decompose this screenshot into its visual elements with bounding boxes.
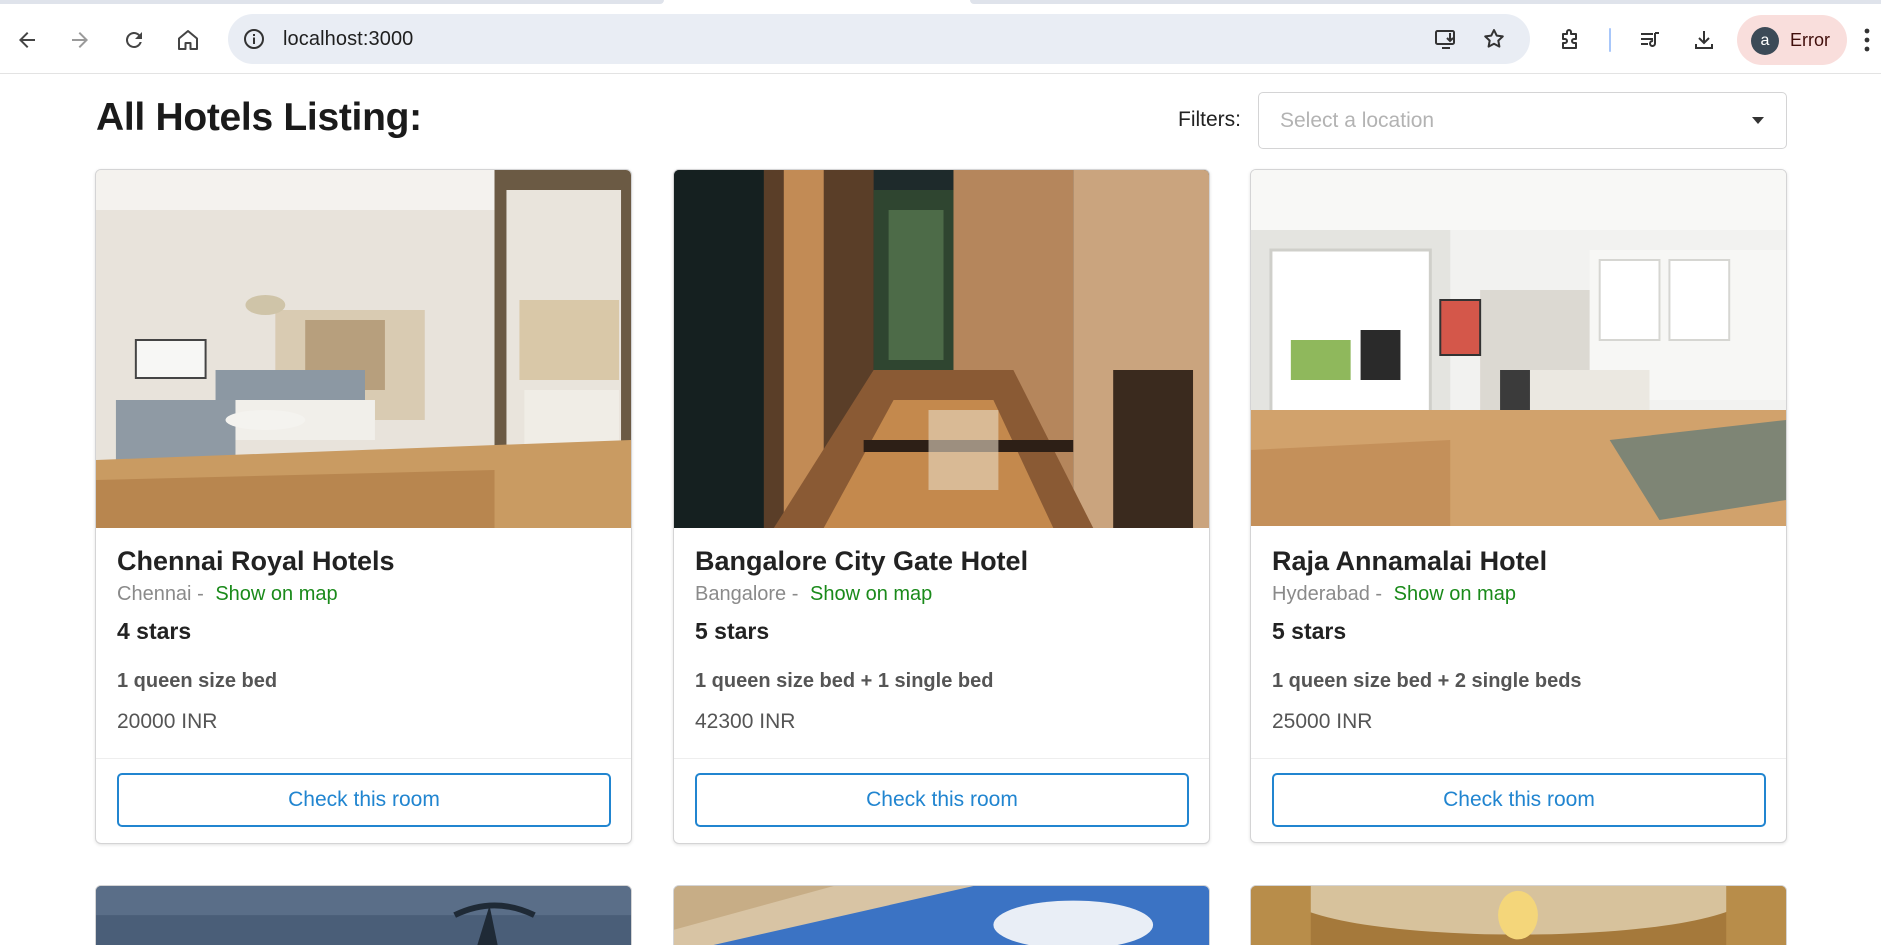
hotel-image <box>674 886 1209 945</box>
card-divider <box>674 758 1209 759</box>
reading-list-button[interactable] <box>1630 20 1670 60</box>
hotel-image[interactable] <box>1251 170 1786 526</box>
hotel-location: Bangalore - Show on map <box>695 583 932 606</box>
show-on-map-link[interactable]: Show on map <box>1394 583 1516 605</box>
hotel-location: Hyderabad - Show on map <box>1272 583 1516 606</box>
hotel-beds: 1 queen size bed <box>117 670 278 692</box>
hotel-stars: 5 stars <box>695 618 770 644</box>
hotel-name: Chennai Royal Hotels <box>117 546 395 576</box>
hotel-stars: 4 stars <box>117 618 192 644</box>
address-bar[interactable]: localhost:3000 <box>228 14 1530 64</box>
extensions-button[interactable] <box>1550 20 1590 60</box>
location-select[interactable]: Select a location <box>1258 92 1787 149</box>
hotel-city: Bangalore <box>695 583 787 605</box>
card-divider <box>96 758 631 759</box>
hotel-location-separator: - <box>197 583 204 605</box>
show-on-map-link[interactable]: Show on map <box>810 583 932 605</box>
profile-status: Error <box>1790 30 1830 50</box>
check-room-button[interactable]: Check this room <box>695 773 1189 827</box>
hotel-image[interactable] <box>96 170 631 528</box>
kebab-menu-icon[interactable] <box>1862 26 1872 54</box>
browser-toolbar: localhost:3000 a Error <box>0 4 1881 74</box>
hotel-card-partial[interactable] <box>1250 885 1787 945</box>
hotel-city: Chennai <box>117 583 192 605</box>
reload-button[interactable] <box>114 20 154 60</box>
forward-button[interactable] <box>60 20 100 60</box>
hotel-image <box>1251 886 1786 945</box>
chevron-down-icon[interactable] <box>1752 117 1764 124</box>
url-text[interactable]: localhost:3000 <box>283 28 413 51</box>
hotel-stars: 5 stars <box>1272 618 1347 644</box>
hotel-card-partial[interactable] <box>673 885 1210 945</box>
avatar: a <box>1751 27 1779 55</box>
hotel-card-partial[interactable] <box>95 885 632 945</box>
back-icon <box>19 32 35 48</box>
page-title: All Hotels Listing: <box>96 96 422 139</box>
hotel-image <box>96 886 631 945</box>
bookmark-star-icon[interactable] <box>1482 27 1506 51</box>
hotel-beds: 1 queen size bed + 1 single bed <box>695 670 994 692</box>
site-info-icon[interactable] <box>242 27 266 51</box>
check-room-button[interactable]: Check this room <box>1272 773 1766 827</box>
hotel-image[interactable] <box>674 170 1209 528</box>
location-select-placeholder: Select a location <box>1280 109 1435 132</box>
hotel-name: Bangalore City Gate Hotel <box>695 546 1029 576</box>
filters-label: Filters: <box>1178 108 1241 131</box>
profile-button[interactable]: a Error <box>1737 15 1847 65</box>
reload-icon <box>125 31 142 48</box>
install-app-icon[interactable] <box>1434 27 1458 51</box>
show-on-map-link[interactable]: Show on map <box>215 583 337 605</box>
toolbar-separator <box>1609 28 1611 52</box>
extensions-icon <box>1562 29 1577 49</box>
hotel-location-separator: - <box>791 583 799 605</box>
home-button[interactable] <box>168 20 208 60</box>
hotel-price: 20000 INR <box>117 710 218 733</box>
downloads-button[interactable] <box>1684 20 1724 60</box>
reading-list-icon <box>1641 32 1659 47</box>
home-icon <box>178 30 198 50</box>
check-room-button[interactable]: Check this room <box>117 773 611 827</box>
card-divider <box>1251 758 1786 759</box>
hotel-location: Chennai - Show on map <box>117 583 338 606</box>
hotel-card: Chennai Royal Hotels Chennai - Show on m… <box>95 169 632 844</box>
downloads-icon <box>1695 31 1713 49</box>
hotel-location-separator: - <box>1375 583 1383 605</box>
hotel-price: 25000 INR <box>1272 710 1373 733</box>
back-button[interactable] <box>7 20 47 60</box>
hotel-card: Bangalore City Gate Hotel Bangalore - Sh… <box>673 169 1210 844</box>
forward-icon <box>72 32 88 48</box>
hotel-name: Raja Annamalai Hotel <box>1272 546 1548 576</box>
hotel-card: Raja Annamalai Hotel Hyderabad - Show on… <box>1250 169 1787 843</box>
hotel-price: 42300 INR <box>695 710 796 733</box>
hotel-beds: 1 queen size bed + 2 single beds <box>1272 670 1582 692</box>
hotel-city: Hyderabad <box>1272 583 1370 605</box>
